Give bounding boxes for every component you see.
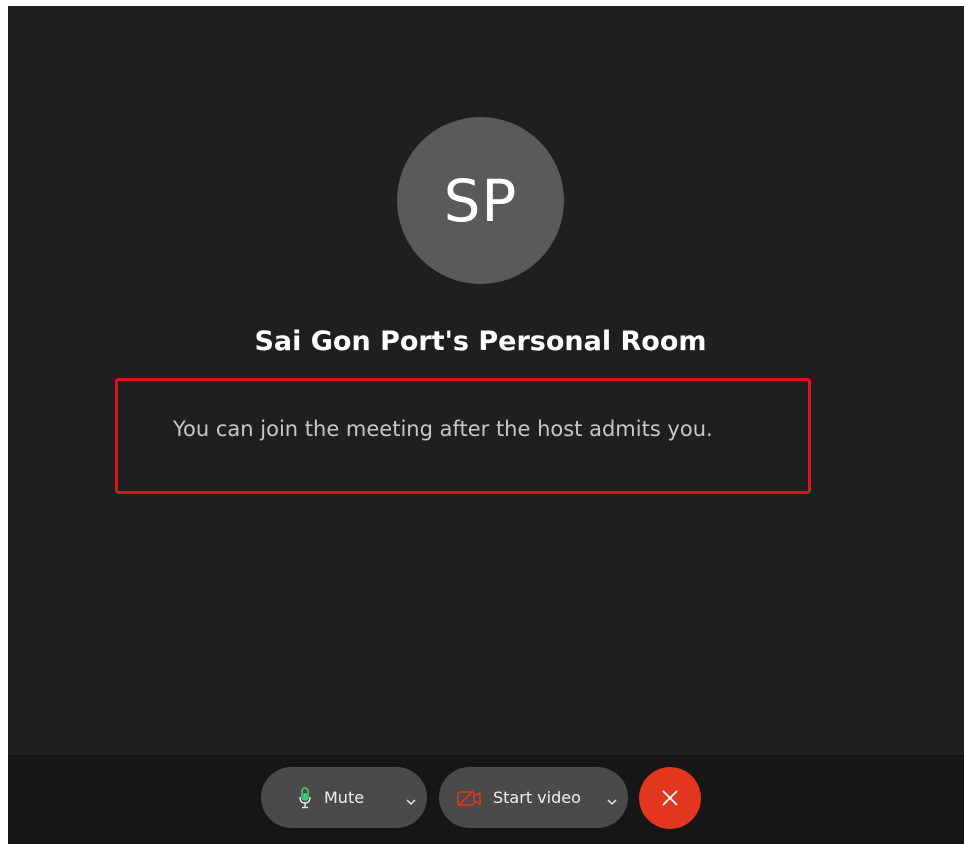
- room-title: Sai Gon Port's Personal Room: [254, 326, 707, 357]
- leave-meeting-button[interactable]: [639, 767, 701, 829]
- microphone-icon: [299, 786, 311, 809]
- avatar: SP: [397, 117, 564, 284]
- avatar-initials: SP: [443, 166, 518, 235]
- video-off-icon: [457, 789, 481, 807]
- control-bar: Mute Start video: [8, 755, 964, 844]
- chevron-down-icon[interactable]: [405, 791, 417, 810]
- close-icon: [661, 789, 679, 807]
- meeting-window: SP Sai Gon Port's Personal Room You can …: [8, 6, 964, 844]
- mute-button[interactable]: Mute: [261, 767, 427, 828]
- start-video-button[interactable]: Start video: [439, 767, 628, 828]
- start-video-label: Start video: [493, 788, 581, 807]
- lobby-status-message: You can join the meeting after the host …: [173, 417, 713, 441]
- chevron-down-icon[interactable]: [606, 791, 618, 810]
- mute-label: Mute: [324, 788, 365, 807]
